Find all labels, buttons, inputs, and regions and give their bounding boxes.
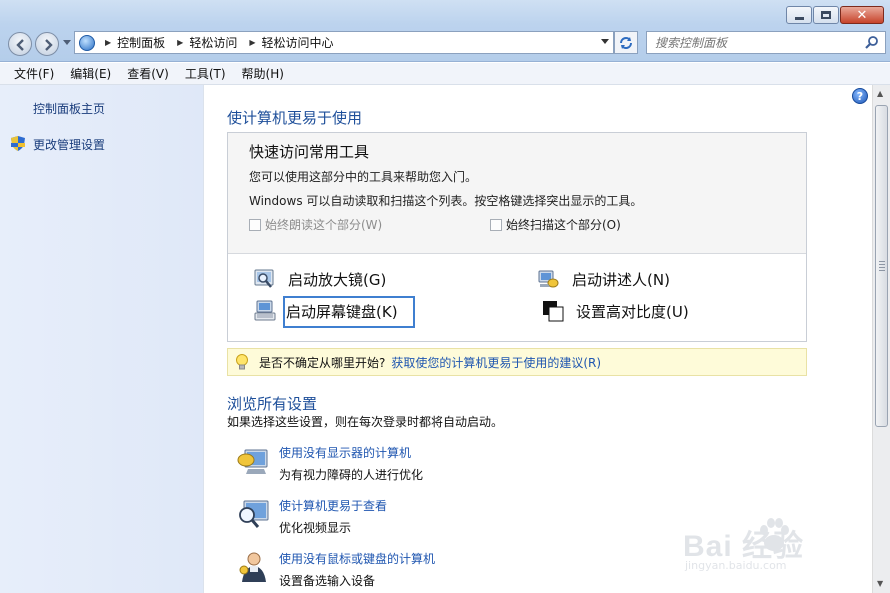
always-read-label: 始终朗读这个部分(W) [265,218,383,232]
menu-bar: 文件(F) 编辑(E) 查看(V) 工具(T) 帮助(H) [0,63,890,85]
close-button[interactable]: ✕ [840,6,884,24]
setting-item-without-mouse-keyboard[interactable]: 使用没有鼠标或键盘的计算机 设置备选输入设备 [236,550,656,593]
close-icon: ✕ [856,7,868,23]
minimize-icon [794,16,804,20]
grip-line [879,264,885,265]
vertical-scrollbar[interactable]: ▲ ▼ [872,85,890,593]
breadcrumb-control-panel[interactable]: 控制面板 [117,34,165,51]
breadcrumb-arrow-icon[interactable]: ▶ [249,38,255,47]
watermark-url: jingyan.baidu.com [685,559,787,572]
scroll-down-icon[interactable]: ▼ [877,579,883,588]
maximize-icon [821,11,831,19]
menu-edit[interactable]: 编辑(E) [62,65,119,82]
control-panel-icon [79,34,95,51]
magnifier-icon [254,269,274,288]
paw-logo-icon [760,518,789,551]
narrator-icon [538,270,559,288]
quick-access-title: 快速访问常用工具 [249,143,370,161]
suggestion-bar: 是否不确定从哪里开始? 获取使您的计算机更易于使用的建议(R) [227,348,807,376]
forward-arrow-icon [45,39,53,51]
search-input[interactable] [655,32,865,53]
refresh-icon [620,36,632,49]
grip-line [879,267,885,268]
breadcrumb-ease-of-access[interactable]: 轻松访问 [189,34,237,51]
setting-link[interactable]: 使用没有显示器的计算机 [279,444,411,461]
recent-pages-chevron-icon[interactable] [63,40,71,46]
forward-button[interactable] [35,32,59,56]
browse-settings-title: 浏览所有设置 [227,395,318,413]
high-contrast-icon [543,301,564,322]
menu-view[interactable]: 查看(V) [119,65,177,82]
breadcrumb-arrow-icon[interactable]: ▶ [105,38,111,47]
setting-item-without-display[interactable]: 使用没有显示器的计算机 为有视力障碍的人进行优化 [236,444,656,488]
uac-shield-icon [11,136,25,151]
set-high-contrast-label: 设置高对比度(U) [576,302,689,321]
checkbox-box[interactable] [249,218,261,231]
start-magnifier-tool[interactable]: 启动放大镜(G) [254,268,386,290]
set-high-contrast-tool[interactable]: 设置高对比度(U) [542,300,689,322]
sidebar-item-change-admin-settings[interactable]: 更改管理设置 [33,136,105,153]
always-scan-label: 始终扫描这个部分(O) [506,218,621,232]
baidu-watermark: Bai 经验 jingyan.baidu.com [683,515,853,577]
setting-description: 为有视力障碍的人进行优化 [279,468,424,482]
refresh-button[interactable] [614,31,638,54]
minimize-button[interactable] [786,6,812,24]
start-magnifier-label: 启动放大镜(G) [288,270,387,289]
address-history-chevron-icon[interactable] [601,39,609,45]
sidebar [0,85,204,593]
window-chrome: ✕ ▶ 控制面板 ▶ 轻松访问 ▶ 轻松访问中心 [0,0,890,62]
setting-description: 优化视频显示 [279,521,352,535]
page-title: 使计算机更易于使用 [227,109,363,127]
easier-to-see-icon [239,500,269,528]
setting-link[interactable]: 使计算机更易于查看 [279,497,387,514]
start-narrator-label: 启动讲述人(N) [572,270,670,289]
setting-item-easier-to-see[interactable]: 使计算机更易于查看 优化视频显示 [236,497,656,541]
always-read-checkbox[interactable]: 始终朗读这个部分(W) [249,216,382,233]
setting-description: 设置备选输入设备 [279,574,376,588]
scrollbar-thumb[interactable] [875,105,888,427]
grip-line [879,261,885,262]
quick-access-intro: 您可以使用这部分中的工具来帮助您入门。 [249,170,478,184]
start-on-screen-keyboard-label: 启动屏幕键盘(K) [286,302,398,321]
back-button[interactable] [8,32,32,56]
sidebar-item-control-panel-home[interactable]: 控制面板主页 [33,100,105,117]
scroll-up-icon[interactable]: ▲ [877,89,883,98]
user-input-device-icon [239,552,266,582]
checkbox-box[interactable] [490,218,502,231]
get-recommendations-link[interactable]: 获取使您的计算机更易于使用的建议(R) [391,354,601,371]
always-scan-checkbox[interactable]: 始终扫描这个部分(O) [490,216,621,233]
quick-access-header: 快速访问常用工具 您可以使用这部分中的工具来帮助您入门。 Windows 可以自… [228,133,806,254]
browse-settings-description: 如果选择这些设置，则在每次登录时都将自动启动。 [227,415,504,429]
help-icon[interactable]: ? [852,88,868,104]
menu-tools[interactable]: 工具(T) [177,65,234,82]
on-screen-keyboard-icon [254,300,276,321]
menu-file[interactable]: 文件(F) [6,65,62,82]
start-on-screen-keyboard-tool[interactable]: 启动屏幕键盘(K) [254,300,398,322]
maximize-button[interactable] [813,6,839,24]
breadcrumb-ease-of-access-center[interactable]: 轻松访问中心 [262,34,334,51]
breadcrumb-arrow-icon[interactable]: ▶ [177,38,183,47]
address-bar[interactable]: ▶ 控制面板 ▶ 轻松访问 ▶ 轻松访问中心 [74,31,614,54]
menu-help[interactable]: 帮助(H) [234,65,292,82]
back-arrow-icon [16,39,24,51]
no-display-icon [237,449,268,474]
start-narrator-tool[interactable]: 启动讲述人(N) [538,268,670,290]
quick-access-instructions: Windows 可以自动读取和扫描这个列表。按空格键选择突出显示的工具。 [249,194,643,208]
search-box[interactable] [646,31,886,54]
window-controls: ✕ [785,6,884,24]
lightbulb-icon [236,354,248,370]
suggestion-question: 是否不确定从哪里开始? [259,355,386,370]
search-icon[interactable] [865,35,879,49]
setting-link[interactable]: 使用没有鼠标或键盘的计算机 [279,550,435,567]
grip-line [879,270,885,271]
